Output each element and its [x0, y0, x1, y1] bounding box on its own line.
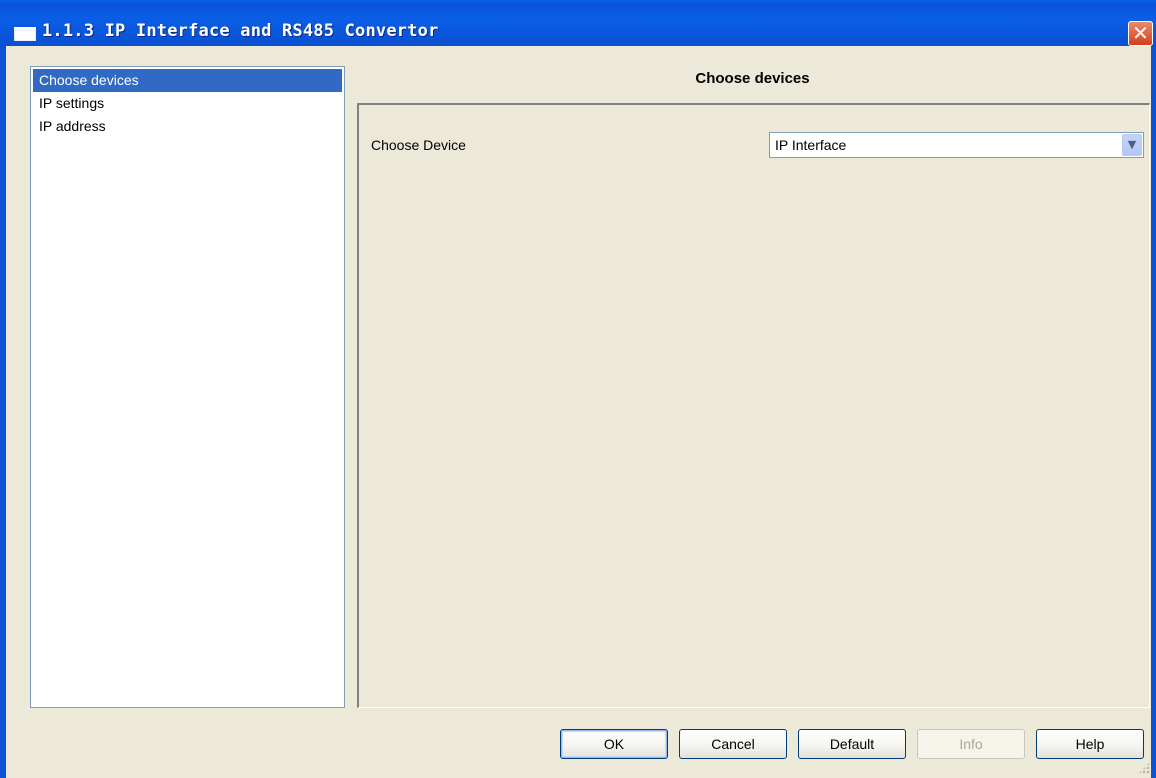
window-title: 1.1.3 IP Interface and RS485 Convertor — [42, 21, 439, 41]
close-icon: ✕ — [1132, 21, 1149, 45]
title-bar[interactable]: 1.1.3 IP Interface and RS485 Convertor ✕ — [0, 0, 1156, 46]
window-icon — [14, 27, 36, 41]
dialog-window: 1.1.3 IP Interface and RS485 Convertor ✕… — [0, 0, 1156, 778]
nav-item-ip-settings[interactable]: IP settings — [33, 92, 342, 115]
nav-item-ip-address[interactable]: IP address — [33, 115, 342, 138]
settings-panel: Choose Device IP Interface ▼ — [357, 103, 1150, 708]
choose-device-label: Choose Device — [371, 137, 466, 153]
section-title: Choose devices — [695, 70, 810, 87]
info-button: Info — [917, 729, 1025, 759]
default-button[interactable]: Default — [798, 729, 906, 759]
choose-device-value: IP Interface — [775, 137, 847, 153]
window-frame-left — [0, 46, 6, 778]
cancel-button[interactable]: Cancel — [679, 729, 787, 759]
parameter-tree[interactable]: Choose devices IP settings IP address — [30, 66, 345, 708]
window-frame-right — [1151, 46, 1156, 778]
nav-item-choose-devices[interactable]: Choose devices — [33, 69, 342, 92]
chevron-down-icon[interactable]: ▼ — [1122, 134, 1142, 156]
resize-grip[interactable] — [1138, 762, 1150, 774]
ok-button[interactable]: OK — [560, 729, 668, 759]
help-button[interactable]: Help — [1036, 729, 1144, 759]
close-button[interactable]: ✕ — [1128, 21, 1153, 46]
choose-device-dropdown[interactable]: IP Interface ▼ — [769, 132, 1144, 158]
